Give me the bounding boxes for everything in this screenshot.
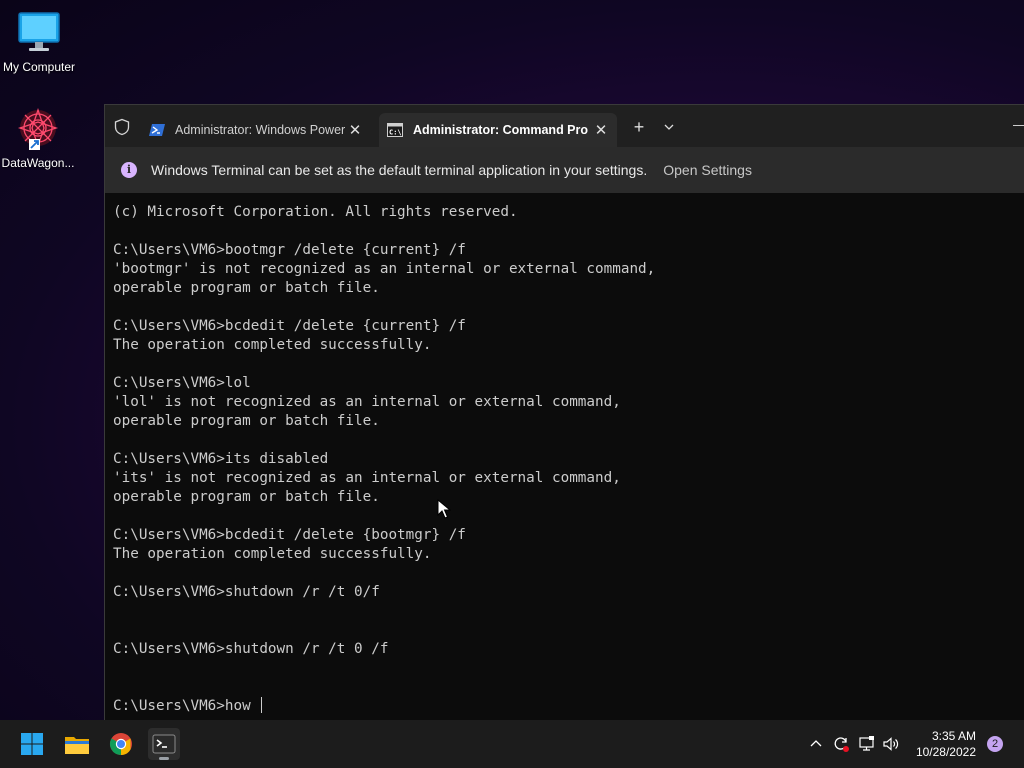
console-line: C:\Users\VM6>bootmgr /delete {current} /…: [113, 242, 466, 258]
shield-icon: [114, 118, 130, 136]
text-caret: [261, 697, 263, 713]
chrome-button[interactable]: [105, 728, 137, 760]
monitor-icon: [16, 10, 62, 56]
console-line: operable program or batch file.: [113, 413, 380, 429]
system-tray: [808, 720, 900, 768]
desktop-icon-label: DataWagon...: [1, 156, 75, 170]
console-line: 'bootmgr' is not recognized as an intern…: [113, 261, 656, 277]
terminal-icon: [152, 734, 176, 754]
tab-powershell[interactable]: Administrator: Windows Power ✕: [141, 113, 371, 147]
console-line: C:\Users\VM6>bcdedit /delete {current} /…: [113, 318, 466, 334]
info-icon: i: [121, 162, 137, 178]
console-line: C:\Users\VM6>shutdown /r /t 0 /f: [113, 641, 389, 657]
title-bar: Administrator: Windows Power ✕ C:\ Admin…: [105, 105, 1024, 147]
notification-badge[interactable]: 2: [987, 736, 1003, 752]
open-settings-link[interactable]: Open Settings: [663, 162, 752, 178]
console-output[interactable]: (c) Microsoft Corporation. All rights re…: [113, 203, 1017, 721]
console-line: 'lol' is not recognized as an internal o…: [113, 394, 621, 410]
clock-time: 3:35 AM: [931, 729, 976, 743]
tab-title: Administrator: Windows Power: [175, 123, 345, 137]
clock-date: 10/28/2022: [915, 745, 976, 759]
powershell-icon: [149, 124, 165, 136]
mouse-pointer-icon: [437, 499, 451, 519]
active-indicator: [159, 757, 169, 760]
chevron-down-icon[interactable]: [661, 117, 677, 137]
cmd-icon: C:\: [387, 123, 403, 137]
sync-icon[interactable]: [832, 735, 850, 753]
console-line: (c) Microsoft Corporation. All rights re…: [113, 204, 518, 220]
tab-command-prompt[interactable]: C:\ Administrator: Command Pro ✕: [379, 113, 617, 147]
clock[interactable]: 3:35 AM 10/28/2022: [916, 728, 976, 760]
terminal-window: Administrator: Windows Power ✕ C:\ Admin…: [104, 104, 1024, 721]
tab-title: Administrator: Command Pro: [413, 123, 589, 137]
close-tab-icon[interactable]: ✕: [345, 121, 365, 139]
start-button[interactable]: [16, 728, 48, 760]
file-explorer-icon: [65, 737, 89, 754]
volume-icon[interactable]: [882, 735, 900, 753]
console-line: C:\Users\VM6>bcdedit /delete {bootmgr} /…: [113, 527, 466, 543]
console-line: The operation completed successfully.: [113, 546, 432, 562]
minimize-button[interactable]: [1013, 115, 1024, 126]
start-icon: [21, 733, 43, 755]
taskbar: 3:35 AM 10/28/2022 2: [0, 720, 1024, 768]
datawagon-icon: [15, 106, 61, 152]
info-bar: i Windows Terminal can be set as the def…: [105, 147, 1024, 193]
desktop-icon-label: My Computer: [2, 60, 76, 74]
console-line: C:\Users\VM6>how: [113, 697, 1017, 716]
file-explorer-button[interactable]: [61, 728, 93, 760]
new-tab-button[interactable]: +: [629, 117, 649, 137]
terminal-button[interactable]: [148, 728, 180, 760]
console-line: 'its' is not recognized as an internal o…: [113, 470, 621, 486]
desktop-icon-my-computer[interactable]: My Computer: [1, 10, 77, 74]
console-line: C:\Users\VM6>lol: [113, 375, 251, 391]
console-line: The operation completed successfully.: [113, 337, 432, 353]
network-icon[interactable]: [858, 735, 876, 753]
console-line: C:\Users\VM6>its disabled: [113, 451, 329, 467]
console-line: operable program or batch file.: [113, 280, 380, 296]
desktop-icon-datawagon[interactable]: DataWagon...: [0, 106, 76, 170]
chrome-icon: [110, 733, 132, 755]
info-message: Windows Terminal can be set as the defau…: [151, 162, 648, 178]
chevron-up-icon[interactable]: [808, 736, 824, 752]
console-line: operable program or batch file.: [113, 489, 380, 505]
console-line: C:\Users\VM6>shutdown /r /t 0/f: [113, 584, 380, 600]
close-tab-icon[interactable]: ✕: [591, 121, 611, 139]
svg-text:C:\: C:\: [389, 129, 402, 137]
